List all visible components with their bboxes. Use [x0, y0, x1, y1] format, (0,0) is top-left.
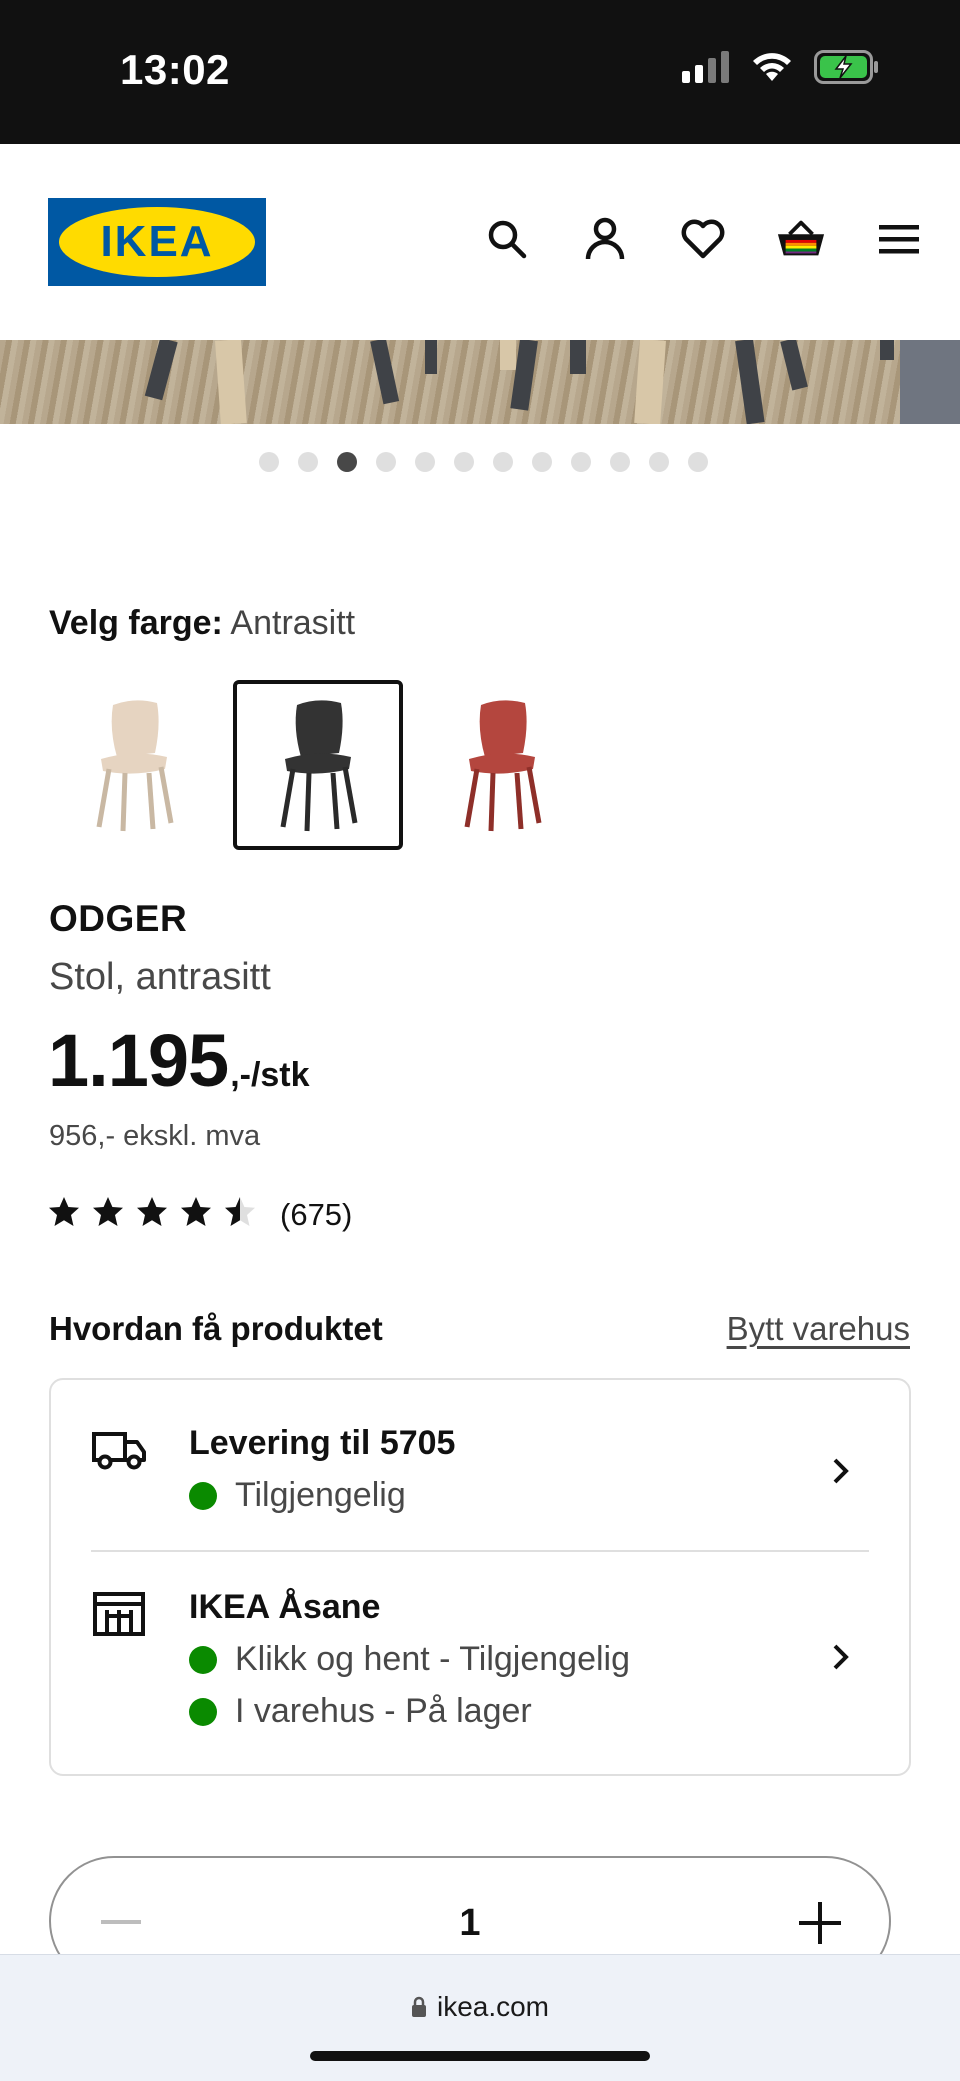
header-icons — [482, 214, 924, 264]
color-swatch-beige-white[interactable] — [49, 680, 219, 850]
store-icon — [93, 1592, 145, 1636]
color-label: Velg farge: Antrasitt — [49, 604, 356, 642]
selected-color: Antrasitt — [230, 604, 356, 642]
carousel-dot[interactable] — [258, 452, 279, 472]
basket-icon[interactable] — [776, 214, 826, 264]
star-icon — [224, 1196, 256, 1233]
delivery-title: Levering til 5705 — [189, 1424, 456, 1462]
signal-icon — [682, 51, 729, 83]
store-title: IKEA Åsane — [189, 1588, 381, 1626]
carousel-dot[interactable] — [414, 452, 435, 472]
rating[interactable]: (675) — [48, 1196, 352, 1233]
lock-icon — [411, 1996, 426, 2017]
product-name: ODGER — [49, 898, 188, 939]
product-image[interactable] — [0, 340, 960, 424]
wifi-icon — [753, 53, 791, 81]
carousel-dots — [0, 452, 960, 472]
home-indicator[interactable] — [310, 2051, 650, 2061]
delivery-row[interactable]: Levering til 5705 Tilgjengelig — [51, 1380, 909, 1550]
availability-card: Levering til 5705 Tilgjengelig IKEA Åsan… — [49, 1378, 911, 1776]
available-dot — [189, 1645, 217, 1674]
battery-charging-icon — [814, 50, 878, 84]
ikea-logo[interactable]: IKEA — [48, 198, 266, 286]
star-icon — [48, 1196, 80, 1233]
color-swatch-red[interactable] — [417, 680, 587, 850]
chair-thumbnail-icon — [96, 700, 174, 832]
available-dot — [189, 1697, 217, 1726]
color-swatches — [49, 680, 587, 850]
plus-icon — [799, 1902, 841, 1944]
available-dot — [189, 1481, 217, 1510]
carousel-dot[interactable] — [336, 452, 357, 472]
truck-icon — [92, 1432, 146, 1470]
browser-address-bar[interactable]: ikea.com — [0, 1954, 960, 2081]
carousel-dot[interactable] — [687, 452, 708, 472]
status-time: 13:02 — [120, 46, 230, 93]
color-swatch-antrasitt[interactable] — [233, 680, 403, 850]
chair-thumbnail-icon — [280, 700, 358, 832]
carousel-dot[interactable] — [648, 452, 669, 472]
url-display[interactable]: ikea.com — [0, 1991, 960, 2023]
status-icons — [682, 50, 880, 84]
carousel-dot[interactable] — [453, 452, 474, 472]
store-status-in-store: I varehus - På lager — [189, 1692, 532, 1731]
product-description: Stol, antrasitt — [49, 956, 271, 998]
profile-icon[interactable] — [580, 214, 630, 264]
product-price: 1.195 ,-/stk — [48, 1018, 310, 1103]
chevron-right-icon — [833, 1644, 849, 1670]
price-value: 1.195 — [48, 1019, 229, 1102]
heart-icon[interactable] — [678, 214, 728, 264]
availability-title: Hvordan få produktet — [49, 1310, 383, 1347]
carousel-dot[interactable] — [531, 452, 552, 472]
chevron-right-icon — [833, 1458, 849, 1484]
store-status-click-collect: Klikk og hent - Tilgjengelig — [189, 1640, 630, 1679]
rating-count: (675) — [280, 1196, 353, 1232]
menu-icon[interactable] — [874, 214, 924, 264]
search-icon[interactable] — [482, 214, 532, 264]
quantity-value[interactable]: 1 — [51, 1902, 889, 1945]
star-icon — [92, 1196, 124, 1233]
price-excl-vat: 956,- ekskl. mva — [49, 1120, 261, 1152]
star-icon — [136, 1196, 168, 1233]
delivery-status: Tilgjengelig — [189, 1476, 406, 1515]
carousel-dot[interactable] — [297, 452, 318, 472]
carousel-dot[interactable] — [492, 452, 513, 472]
increase-button[interactable] — [799, 1902, 841, 1944]
price-suffix: ,-/stk — [230, 1056, 310, 1094]
change-store-link[interactable]: Bytt varehus — [727, 1310, 910, 1348]
store-row[interactable]: IKEA Åsane Klikk og hent - Tilgjengelig … — [51, 1552, 909, 1776]
carousel-dot[interactable] — [375, 452, 396, 472]
carousel-dot[interactable] — [609, 452, 630, 472]
chair-thumbnail-icon — [464, 700, 542, 832]
site-header: IKEA — [0, 144, 960, 340]
rating-stars — [48, 1196, 256, 1233]
carousel-dot[interactable] — [570, 452, 591, 472]
status-bar: 13:02 — [0, 0, 960, 144]
star-icon — [180, 1196, 212, 1233]
